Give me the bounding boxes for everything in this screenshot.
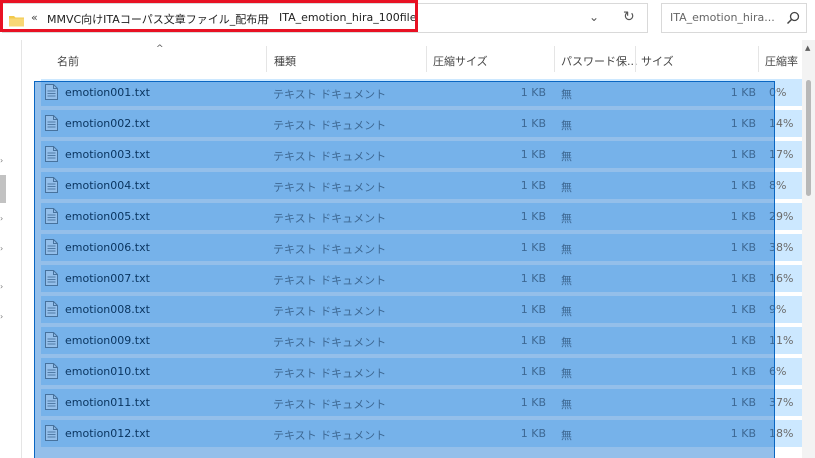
vertical-scrollbar-thumb[interactable] [806,80,811,196]
file-explorer-window: « MMVC向けITAコーパス文章ファイル_配布用 › ITA_emotion_… [0,0,815,458]
scroll-up-arrow-icon[interactable]: ▲ [805,44,810,52]
vertical-scrollbar[interactable]: ▲ [802,40,815,458]
selection-marquee [34,81,775,458]
